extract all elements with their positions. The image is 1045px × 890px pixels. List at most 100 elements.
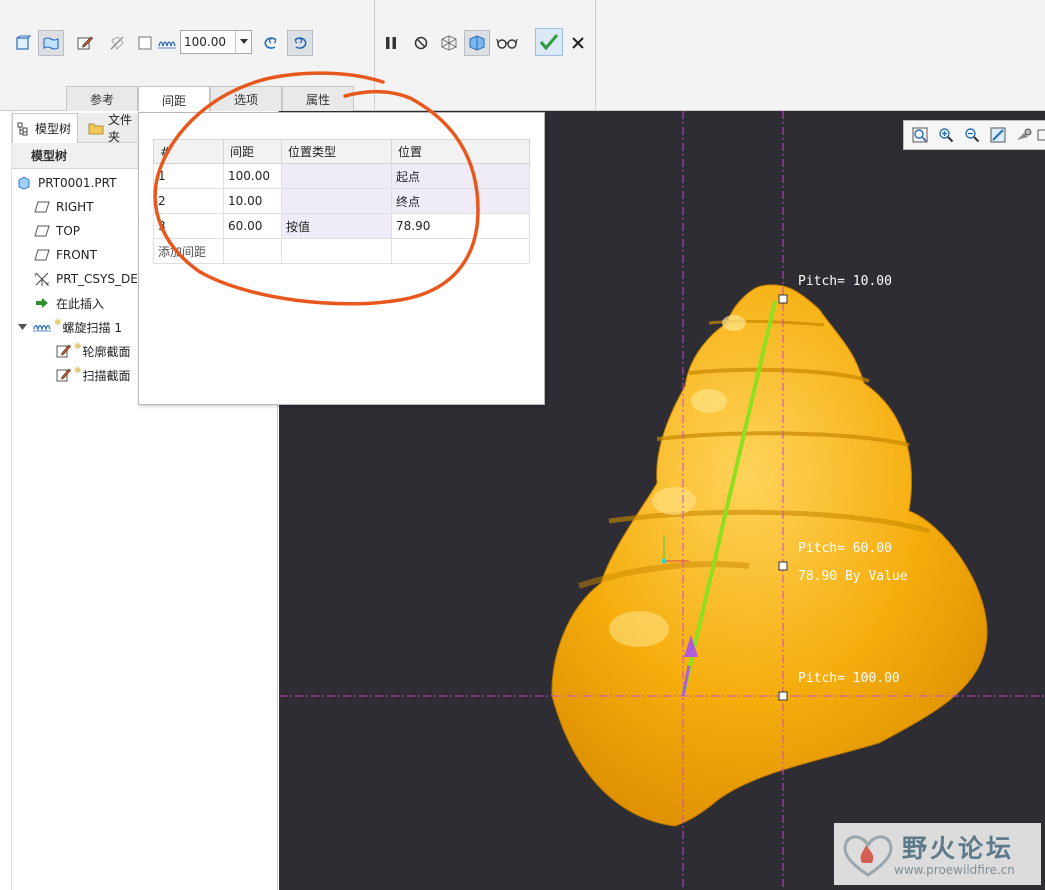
- new-feature-icon: ※: [74, 366, 82, 376]
- row-location[interactable]: 起点: [391, 163, 530, 189]
- insert-arrow-icon: [34, 295, 50, 311]
- tree-item-sweep-section[interactable]: ※ 扫描截面: [56, 364, 131, 386]
- preview-mesh-icon[interactable]: [436, 30, 462, 56]
- thicken-checkbox[interactable]: [136, 30, 154, 56]
- sketch-edit-icon[interactable]: [72, 30, 98, 56]
- datum-plane-icon: [34, 247, 50, 263]
- row-location-type[interactable]: 按值: [281, 213, 392, 239]
- pitch-table: # 间距 位置类型 位置 1 100.00 起点 2 10.00 终点 3 60…: [153, 139, 530, 264]
- helix-pitch-icon: [155, 30, 179, 56]
- confirm-check-icon[interactable]: [535, 28, 563, 56]
- tab-properties[interactable]: 属性: [282, 86, 354, 112]
- datum-plane-icon: [34, 199, 50, 215]
- datum-plane-icon: [34, 223, 50, 239]
- tree-item-label: 螺旋扫描 1: [62, 320, 122, 335]
- add-pitch-row[interactable]: 添加间距: [153, 238, 530, 264]
- tree-item-label: FRONT: [56, 248, 97, 262]
- preview-shaded-icon[interactable]: [464, 30, 490, 56]
- row-index: 3: [153, 213, 224, 239]
- table-row[interactable]: 2 10.00 终点: [153, 188, 530, 214]
- helical-sweep-icon: [32, 319, 52, 335]
- pitch-value-field[interactable]: [181, 31, 237, 53]
- close-icon[interactable]: [565, 30, 591, 56]
- tree-item-label: PRT_CSYS_DEF: [56, 272, 145, 286]
- tab-pitch[interactable]: 间距: [138, 86, 210, 113]
- tree-item-label: RIGHT: [56, 200, 94, 214]
- new-feature-icon: ※: [74, 342, 82, 352]
- remove-material-icon[interactable]: [104, 30, 130, 56]
- column-header-location-type: 位置类型: [281, 139, 392, 164]
- flame-heart-logo-icon: [843, 835, 893, 877]
- watermark-url: www.proewildfire.cn: [894, 863, 1015, 877]
- row-location-type[interactable]: [281, 163, 392, 189]
- tree-item-label: 扫描截面: [82, 368, 131, 383]
- row-index: 2: [153, 188, 224, 214]
- tab-folder-browser[interactable]: 文件夹: [82, 113, 142, 143]
- zoom-out-icon[interactable]: [959, 122, 985, 148]
- tree-item-top[interactable]: TOP: [34, 220, 80, 242]
- repaint-icon[interactable]: [985, 122, 1011, 148]
- table-row[interactable]: 3 60.00 按值 78.90: [153, 213, 530, 239]
- tab-options[interactable]: 选项: [210, 86, 282, 112]
- zoom-in-icon[interactable]: [933, 122, 959, 148]
- row-location[interactable]: 78.90: [391, 213, 530, 239]
- tree-item-right[interactable]: RIGHT: [34, 196, 94, 218]
- forum-watermark: 野火论坛 www.proewildfire.cn: [834, 823, 1041, 885]
- ribbon: 参考 间距 选项 属性: [0, 0, 1045, 113]
- table-row[interactable]: 1 100.00 起点: [153, 163, 530, 189]
- ribbon-separator: [374, 0, 375, 111]
- row-location-type[interactable]: [281, 188, 392, 214]
- pitch-label-start: Pitch= 100.00: [798, 671, 900, 686]
- tab-model-tree[interactable]: 模型树: [12, 113, 78, 143]
- more-views-icon[interactable]: [1036, 122, 1045, 148]
- shell-body: [551, 284, 988, 827]
- row-pitch-value[interactable]: 100.00: [223, 163, 282, 189]
- tree-item-csys[interactable]: YX PRT_CSYS_DEF: [34, 268, 145, 290]
- display-style-icon[interactable]: [1011, 122, 1037, 148]
- view-toolbar: [903, 120, 1045, 150]
- row-pitch-value[interactable]: 10.00: [223, 188, 282, 214]
- refit-icon[interactable]: [907, 122, 933, 148]
- tree-item-profile-section[interactable]: ※ 轮廓截面: [56, 340, 131, 362]
- pitch-table-panel: # 间距 位置类型 位置 1 100.00 起点 2 10.00 终点 3 60…: [138, 112, 545, 405]
- row-pitch-value[interactable]: 60.00: [223, 213, 282, 239]
- new-feature-icon: ※: [54, 318, 62, 328]
- surface-icon[interactable]: [38, 30, 64, 56]
- pitch-label-mid: Pitch= 60.00: [798, 541, 892, 556]
- watermark-title: 野火论坛: [902, 834, 1015, 863]
- tree-item-label: TOP: [56, 224, 81, 238]
- empty-cell: [391, 238, 530, 264]
- chevron-down-icon[interactable]: [235, 31, 251, 53]
- row-index: 1: [153, 163, 224, 189]
- solid-icon[interactable]: [10, 30, 36, 56]
- column-header-location: 位置: [391, 139, 530, 164]
- row-location[interactable]: 终点: [391, 188, 530, 214]
- folder-icon: [88, 121, 104, 135]
- tree-item-insert-here[interactable]: 在此插入: [34, 292, 104, 314]
- svg-text:X: X: [46, 282, 50, 287]
- left-handed-icon[interactable]: [258, 30, 284, 56]
- add-pitch-button[interactable]: 添加间距: [153, 238, 224, 264]
- tree-item-front[interactable]: FRONT: [34, 244, 97, 266]
- part-icon: [16, 175, 32, 191]
- pause-icon[interactable]: [378, 30, 404, 56]
- model-tree-icon: [17, 122, 31, 136]
- tab-folder-browser-label: 文件夹: [108, 113, 133, 143]
- sketch-icon: [56, 367, 72, 383]
- tree-item-part[interactable]: PRT0001.PRT: [16, 172, 116, 194]
- verify-glasses-icon[interactable]: [494, 30, 520, 56]
- tree-item-label: 轮廓截面: [82, 344, 131, 359]
- no-preview-icon[interactable]: [408, 30, 434, 56]
- pitch-value-input[interactable]: [180, 30, 252, 54]
- empty-cell: [223, 238, 282, 264]
- navigator-strip: [0, 111, 12, 890]
- position-label-mid: 78.90 By Value: [798, 569, 908, 584]
- chevron-down-icon[interactable]: [18, 323, 30, 331]
- right-handed-icon[interactable]: [287, 30, 313, 56]
- csys-icon: YX: [34, 271, 50, 287]
- column-header-index: #: [153, 139, 224, 164]
- tree-item-label: PRT0001.PRT: [38, 176, 117, 190]
- tree-item-helical-sweep[interactable]: ※ 螺旋扫描 1: [18, 316, 122, 338]
- tab-model-tree-label: 模型树: [35, 122, 72, 136]
- tab-references[interactable]: 参考: [66, 86, 138, 112]
